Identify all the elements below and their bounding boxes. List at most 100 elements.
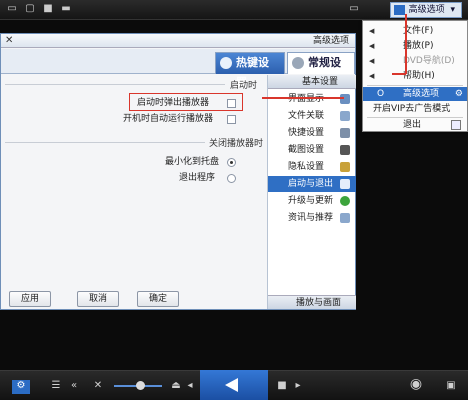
menu-item-label: DVD导航(D) xyxy=(403,56,455,66)
news-icon xyxy=(340,213,350,223)
menu-item-shortcut: O xyxy=(377,89,385,99)
lock-icon xyxy=(340,162,350,172)
dialog-title: 高级选项 xyxy=(312,36,349,46)
sidebar-footer[interactable]: 播放与画面 xyxy=(268,295,356,309)
menu-item-play[interactable]: ◀ 播放(P) xyxy=(363,39,467,53)
submenu-arrow-icon: ◀ xyxy=(369,27,375,35)
tab-general-settings[interactable]: 常规设置 xyxy=(287,52,355,89)
shuffle-icon[interactable]: ✕ xyxy=(92,380,104,392)
group-title-startup: 启动时 xyxy=(230,81,258,91)
prev-icon[interactable]: ◂ xyxy=(184,380,196,392)
sidebar-item-label: 文件关联 xyxy=(288,111,325,121)
divider xyxy=(5,142,205,143)
tv-icon[interactable]: ▬ xyxy=(60,3,72,15)
settings-content: 启动时 启动时弹出播放器 开机时自动运行播放器 关闭播放器时 最小化到托盘 退出… xyxy=(5,76,263,276)
radio-exit-program[interactable] xyxy=(227,174,236,183)
context-menu: ◀ 文件(F) ◀ 播放(P) ◀ DVD导航(D) ◀ 帮助(H) O 高级选项 ⚙ 开启… xyxy=(362,20,468,132)
tab-hotkey-settings[interactable]: 热键设置 xyxy=(215,52,285,89)
gear-icon xyxy=(340,179,350,189)
main-menu-label: 高级选项 xyxy=(408,5,445,15)
maximize-icon[interactable]: ■ xyxy=(42,3,54,15)
sidebar-header: 基本设置 xyxy=(268,75,356,89)
gear-icon[interactable]: ⚙ xyxy=(12,380,30,394)
checkbox-autorun-on-boot[interactable] xyxy=(227,115,236,124)
menu-item-exit[interactable]: 退出 xyxy=(363,118,467,132)
window-icon[interactable]: ▭ xyxy=(348,3,360,15)
sidebar-item-news[interactable]: 资讯与推荐 xyxy=(268,210,356,226)
play-button[interactable] xyxy=(200,370,268,400)
settings-sidebar: 基本设置 界面显示 文件关联 快捷设置 截图设置 隐私设置 启动与退出 升级与更… xyxy=(267,75,356,309)
dialog-title-bar: ✕ 高级选项 xyxy=(1,34,355,48)
file-icon xyxy=(340,111,350,121)
submenu-arrow-icon: ◀ xyxy=(369,42,375,50)
player-window: ▭ ▢ ■ ▬ ▭ 高级选项 ▾ ✕ 高级选项 常规设置 热键设置 xyxy=(0,0,468,400)
annotation-arrow-line xyxy=(262,97,344,99)
exit-icon xyxy=(451,120,461,130)
stop-icon[interactable]: ■ xyxy=(276,380,288,392)
sidebar-item-privacy[interactable]: 隐私设置 xyxy=(268,159,356,175)
playlist-icon[interactable]: ☰ xyxy=(50,380,62,392)
apply-button[interactable]: 应用 xyxy=(9,291,51,307)
sidebar-item-label: 资讯与推荐 xyxy=(288,213,334,223)
main-menu-button[interactable]: 高级选项 ▾ xyxy=(389,2,462,18)
menu-item-help[interactable]: ◀ 帮助(H) xyxy=(363,69,467,83)
menu-item-label: 高级选项 xyxy=(403,89,440,99)
toolbox-icon[interactable]: ▣ xyxy=(444,380,458,392)
shortcut-icon xyxy=(340,128,350,138)
sidebar-item-label: 快捷设置 xyxy=(288,128,325,138)
minimize-icon[interactable]: ▭ xyxy=(6,3,18,15)
advanced-options-dialog: ✕ 高级选项 常规设置 热键设置 启动时 启动时弹出播放器 开机时自动运行播放器… xyxy=(0,33,356,310)
play-icon xyxy=(225,378,238,392)
sidebar-item-screenshot[interactable]: 截图设置 xyxy=(268,142,356,158)
menu-item-dvd-nav[interactable]: ◀ DVD导航(D) xyxy=(363,54,467,68)
chevron-down-icon: ▾ xyxy=(450,5,455,15)
menu-item-advanced-options[interactable]: O 高级选项 ⚙ xyxy=(363,87,467,101)
close-icon[interactable]: ✕ xyxy=(5,34,13,48)
top-title-bar: ▭ ▢ ■ ▬ ▭ 高级选项 ▾ xyxy=(0,0,468,20)
display-icon xyxy=(340,94,350,104)
menu-divider xyxy=(367,85,463,86)
radio-minimize-to-tray[interactable] xyxy=(227,158,236,167)
ok-button[interactable]: 确定 xyxy=(137,291,179,307)
menu-item-label: 文件(F) xyxy=(403,26,434,36)
sidebar-item-label: 隐私设置 xyxy=(288,162,325,172)
annotation-arrow-line xyxy=(405,14,407,74)
menu-item-label: 退出 xyxy=(403,120,422,130)
option-label: 开机时自动运行播放器 xyxy=(123,114,214,124)
camera-icon xyxy=(340,145,350,155)
tab-strip: 常规设置 热键设置 xyxy=(1,49,355,89)
menu-logo-icon xyxy=(393,5,405,15)
sidebar-item-startup-exit[interactable]: 启动与退出 xyxy=(268,176,356,192)
menu-item-label: 开启VIP去广告模式 xyxy=(373,104,451,114)
hotkey-icon xyxy=(220,57,232,69)
submenu-arrow-icon: ◀ xyxy=(369,57,375,65)
menu-item-vip-mode[interactable]: 开启VIP去广告模式 xyxy=(363,102,467,116)
sidebar-item-label: 启动与退出 xyxy=(288,179,334,189)
eye-icon[interactable]: ◉ xyxy=(404,377,428,391)
update-icon xyxy=(340,196,350,206)
eject-icon[interactable]: ⏏ xyxy=(170,380,182,392)
settings-icon xyxy=(292,57,304,69)
sidebar-item-label: 截图设置 xyxy=(288,145,325,155)
submenu-arrow-icon: ◀ xyxy=(369,72,375,80)
option-label: 最小化到托盘 xyxy=(165,157,220,167)
cancel-button[interactable]: 取消 xyxy=(77,291,119,307)
sidebar-item-shortcuts[interactable]: 快捷设置 xyxy=(268,125,356,141)
sidebar-item-update[interactable]: 升级与更新 xyxy=(268,193,356,209)
volume-slider-knob[interactable] xyxy=(136,381,145,390)
next-icon[interactable]: ▸ xyxy=(292,380,304,392)
gear-icon: ⚙ xyxy=(454,89,463,99)
menu-item-label: 帮助(H) xyxy=(403,71,435,81)
collapse-icon[interactable]: « xyxy=(68,380,80,392)
divider xyxy=(5,84,225,85)
menu-item-file[interactable]: ◀ 文件(F) xyxy=(363,24,467,38)
highlight-annotation-box xyxy=(129,93,243,111)
sidebar-item-label: 界面显示 xyxy=(288,94,325,104)
sidebar-item-label: 升级与更新 xyxy=(288,196,334,206)
annotation-arrow-line xyxy=(392,73,406,75)
sidebar-item-display[interactable]: 界面显示 xyxy=(268,91,356,107)
group-title-close: 关闭播放器时 xyxy=(209,139,264,149)
restore-icon[interactable]: ▢ xyxy=(24,3,36,15)
menu-item-label: 播放(P) xyxy=(403,41,434,51)
sidebar-item-file-assoc[interactable]: 文件关联 xyxy=(268,108,356,124)
